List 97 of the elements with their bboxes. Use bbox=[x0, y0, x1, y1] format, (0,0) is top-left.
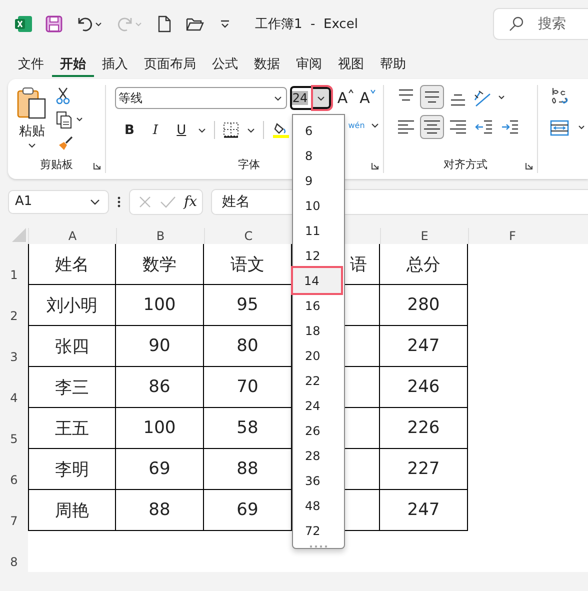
row-header[interactable]: 5 bbox=[10, 432, 18, 446]
menu-item[interactable]: 26 bbox=[294, 418, 328, 443]
ribbon-tab[interactable]: 公式 bbox=[204, 51, 246, 77]
menu-item[interactable]: 18 bbox=[294, 318, 328, 343]
table-cell: 总分 bbox=[380, 244, 468, 285]
paste-button[interactable]: 粘贴 bbox=[19, 122, 45, 140]
caret-icon bbox=[90, 198, 100, 204]
table-cell: 280 bbox=[380, 285, 468, 326]
table-cell: 69 bbox=[116, 449, 204, 490]
table-cell: 246 bbox=[380, 367, 468, 408]
caret-icon[interactable] bbox=[28, 143, 36, 148]
window-title: 工作簿1 - Excel bbox=[255, 16, 358, 33]
copy-icon[interactable] bbox=[56, 111, 84, 129]
borders-icon[interactable] bbox=[223, 122, 240, 138]
table-cell: 88 bbox=[116, 490, 204, 531]
row-header[interactable]: 8 bbox=[10, 555, 18, 569]
table-cell: 90 bbox=[116, 326, 204, 367]
menu-item[interactable]: 20 bbox=[294, 343, 328, 368]
menu-item[interactable]: 22 bbox=[294, 368, 328, 393]
fill-color-icon[interactable] bbox=[272, 121, 290, 139]
resize-grip-icon[interactable] bbox=[308, 545, 328, 548]
increase-font-size-button[interactable]: A bbox=[337, 89, 354, 107]
caret-down-icon bbox=[370, 89, 376, 94]
align-middle-button[interactable] bbox=[420, 85, 444, 109]
menu-item[interactable]: 36 bbox=[294, 468, 328, 493]
paste-icon[interactable] bbox=[17, 87, 47, 119]
menu-item[interactable]: 24 bbox=[294, 393, 328, 418]
column-header[interactable]: E bbox=[420, 229, 428, 243]
menu-item[interactable]: 16 bbox=[294, 293, 328, 318]
font-name-field[interactable]: 等线 bbox=[115, 87, 288, 109]
table-cell: 张四 bbox=[28, 326, 116, 367]
underline-button[interactable]: U bbox=[172, 122, 190, 138]
table-cell: 李三 bbox=[28, 367, 116, 408]
decrease-font-size-button[interactable]: A bbox=[360, 89, 376, 107]
group-label: 剪贴板 bbox=[40, 156, 74, 172]
ribbon-tab[interactable]: 开始 bbox=[52, 51, 94, 77]
table-cell: 数学 bbox=[116, 244, 204, 285]
table-cell: 100 bbox=[116, 408, 204, 449]
ribbon-tab[interactable]: 帮助 bbox=[372, 51, 414, 77]
column-header[interactable]: A bbox=[68, 229, 77, 243]
menu-item[interactable]: 14 bbox=[293, 268, 341, 293]
name-box[interactable]: A1 bbox=[8, 190, 109, 214]
caret-icon[interactable] bbox=[198, 128, 206, 132]
row-header[interactable]: 7 bbox=[10, 514, 18, 528]
column-header[interactable]: B bbox=[156, 229, 165, 243]
dialog-launcher-icon[interactable] bbox=[370, 162, 379, 170]
italic-button[interactable]: I bbox=[146, 122, 164, 138]
table-cell: 247 bbox=[380, 490, 468, 531]
table-cell: 李明 bbox=[28, 449, 116, 490]
table-cell: 姓名 bbox=[28, 244, 116, 285]
table-cell: 227 bbox=[380, 449, 468, 490]
menu-item[interactable]: 12 bbox=[294, 243, 328, 268]
table-cell: 刘小明 bbox=[28, 285, 116, 326]
table-cell: 226 bbox=[380, 408, 468, 449]
search-icon bbox=[508, 16, 524, 32]
scissors-icon[interactable] bbox=[56, 87, 70, 105]
menu-item[interactable]: 48 bbox=[294, 493, 328, 518]
insert-function-button[interactable]: fx bbox=[184, 194, 198, 210]
caret-icon[interactable] bbox=[247, 128, 256, 132]
row-header[interactable]: 6 bbox=[10, 473, 18, 487]
table-cell: 86 bbox=[116, 367, 204, 408]
group-label: 字体 bbox=[238, 156, 260, 172]
save-icon[interactable] bbox=[45, 15, 63, 33]
align-center-button[interactable] bbox=[420, 115, 444, 139]
search-field[interactable]: 搜索 bbox=[493, 8, 588, 40]
caret-icon[interactable] bbox=[370, 123, 379, 128]
ribbon-tab[interactable]: 页面布局 bbox=[136, 51, 204, 77]
menu-item[interactable]: 6 bbox=[294, 118, 328, 143]
table-cell: 王五 bbox=[28, 408, 116, 449]
menu-item[interactable]: 8 bbox=[294, 143, 328, 168]
menu-item[interactable]: 28 bbox=[294, 443, 328, 468]
table-cell: 周艳 bbox=[28, 490, 116, 531]
ribbon-tab[interactable]: 审阅 bbox=[288, 51, 330, 77]
row-header[interactable]: 1 bbox=[10, 268, 18, 282]
ribbon-tab[interactable]: 数据 bbox=[246, 51, 288, 77]
column-header[interactable]: F bbox=[509, 229, 516, 243]
caret-icon bbox=[274, 96, 282, 100]
ribbon-tab[interactable]: 插入 bbox=[94, 51, 136, 77]
ribbon-tab[interactable]: 视图 bbox=[330, 51, 372, 77]
table-cell: 247 bbox=[380, 326, 468, 367]
dialog-launcher-icon[interactable] bbox=[93, 162, 102, 170]
excel-logo-icon bbox=[15, 15, 33, 33]
menu-item[interactable]: 72 bbox=[294, 518, 328, 543]
row-header[interactable]: 3 bbox=[10, 350, 18, 364]
group-label: 对齐方式 bbox=[443, 156, 488, 172]
row-header[interactable]: 4 bbox=[10, 391, 18, 405]
more-icon[interactable] bbox=[117, 194, 121, 208]
table-cell: 100 bbox=[116, 285, 204, 326]
caret-up-icon bbox=[348, 89, 354, 94]
bold-button[interactable]: B bbox=[120, 122, 138, 138]
row-header[interactable]: 2 bbox=[10, 309, 18, 323]
menu-item[interactable]: 11 bbox=[294, 218, 328, 243]
ribbon-tab[interactable]: 文件 bbox=[10, 51, 52, 77]
dialog-launcher-icon[interactable] bbox=[525, 162, 534, 170]
text-orientation-icon[interactable] bbox=[472, 88, 506, 108]
column-header[interactable]: C bbox=[244, 229, 253, 243]
phonetic-guide-button[interactable]: wén bbox=[348, 121, 365, 130]
